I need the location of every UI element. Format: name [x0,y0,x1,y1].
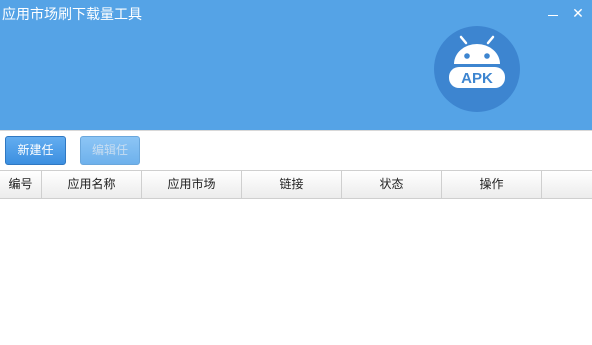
minimize-icon [548,15,558,16]
task-table-header: 编号 应用名称 应用市场 链接 状态 操作 [0,170,592,199]
column-header-actions[interactable]: 操作 [442,171,542,198]
minimize-button[interactable] [545,6,561,22]
column-header-app-name[interactable]: 应用名称 [42,171,142,198]
task-table-body [0,199,592,345]
new-task-button[interactable]: 新建任务 [5,136,66,184]
title-bar-header: 应用市场刷下载量工具 ✕ APK [0,0,592,130]
edit-task-button[interactable]: 编辑任务 [80,136,140,184]
column-header-id[interactable]: 编号 [0,171,42,198]
column-header-status[interactable]: 状态 [342,171,442,198]
window-title: 应用市场刷下载量工具 [2,7,142,23]
close-button[interactable]: ✕ [570,6,586,22]
column-header-link[interactable]: 链接 [242,171,342,198]
close-icon: ✕ [572,6,584,22]
column-header-market[interactable]: 应用市场 [142,171,242,198]
column-header-filler [542,171,592,198]
apk-logo: APK [434,26,520,112]
toolbar: 新建任务 编辑任务 [0,130,592,184]
logo-text: APK [461,70,493,87]
